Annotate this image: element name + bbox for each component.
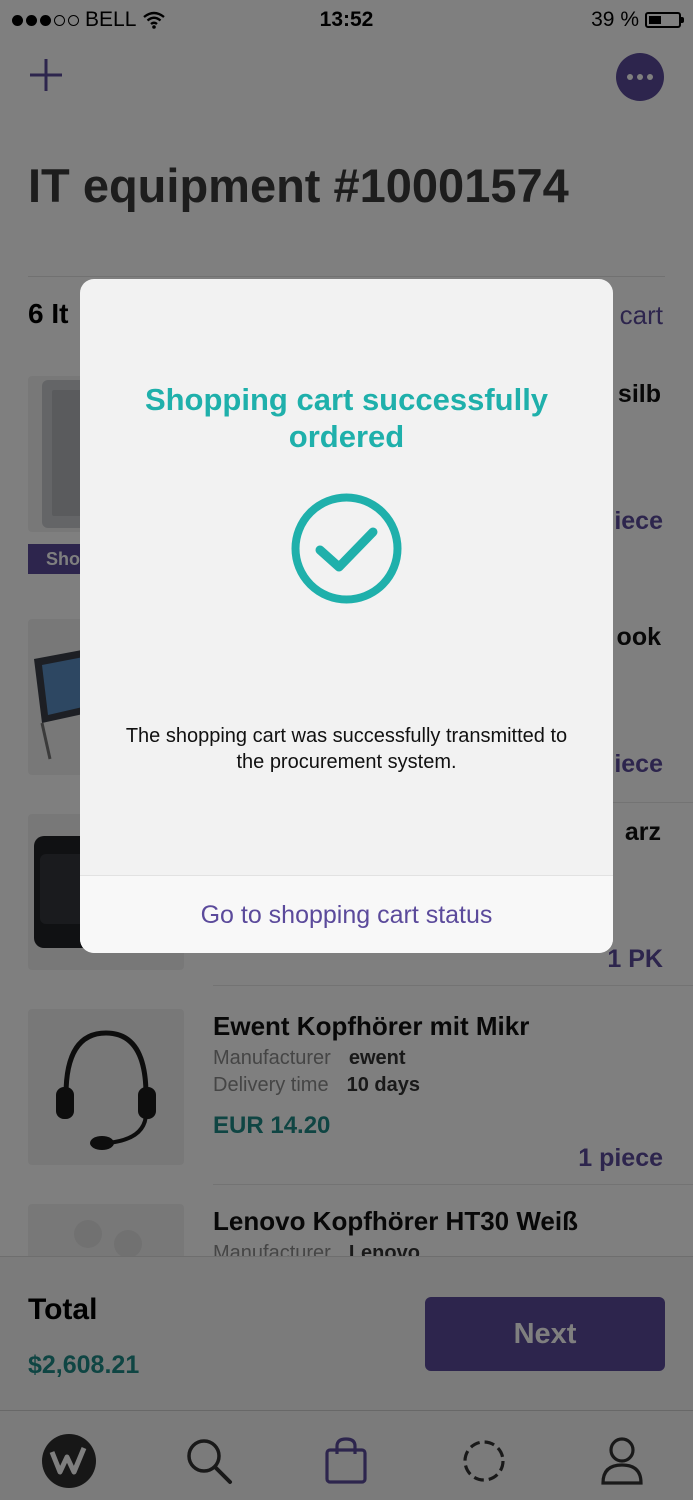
dialog-message: The shopping cart was successfully trans… [125, 725, 568, 773]
go-to-cart-status-button[interactable]: Go to shopping cart status [80, 875, 613, 953]
order-success-dialog: Shopping cart successfully ordered The s… [80, 279, 613, 953]
dialog-title: Shopping cart successfully ordered [144, 382, 549, 454]
check-circle-icon [291, 493, 402, 604]
